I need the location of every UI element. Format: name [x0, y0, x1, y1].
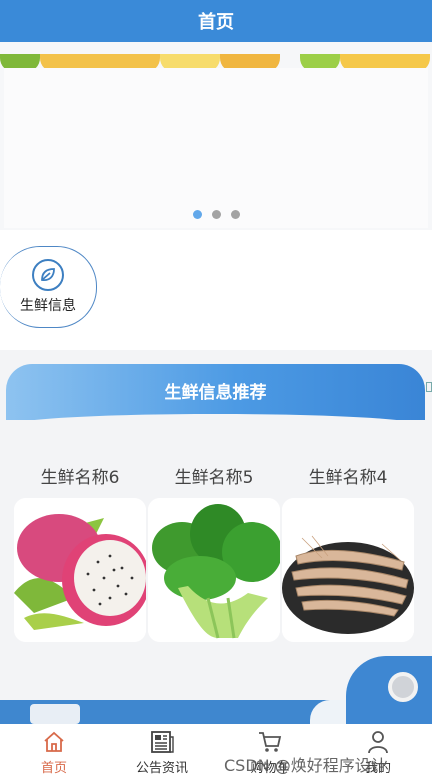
- recommend-title: 生鲜信息推荐: [164, 382, 267, 403]
- watermark-text: CSDN @焕好程序设计: [224, 756, 387, 775]
- product-card[interactable]: 生鲜名称5: [148, 458, 280, 642]
- carousel-dot[interactable]: [230, 210, 240, 219]
- leaf-icon: [32, 259, 64, 291]
- category-item-fresh-info[interactable]: 生鲜信息: [0, 246, 97, 328]
- banner-carousel[interactable]: [0, 42, 432, 230]
- carousel-dot[interactable]: [211, 210, 221, 219]
- dragon-fruit-image[interactable]: [14, 498, 146, 642]
- floating-button[interactable]: [388, 672, 418, 702]
- page-title: 首页: [198, 12, 234, 33]
- shrimp-image[interactable]: [282, 498, 414, 642]
- category-label: 生鲜信息: [20, 298, 76, 314]
- tab-home[interactable]: 首页: [0, 724, 108, 779]
- banner-slide[interactable]: [4, 68, 428, 228]
- product-card[interactable]: 生鲜名称4: [282, 458, 414, 642]
- home-icon: [41, 729, 67, 755]
- tab-label: 首页: [40, 761, 67, 776]
- carousel-dots: [0, 210, 432, 219]
- top-nav-bar: 首页: [0, 0, 432, 42]
- product-name: 生鲜名称5: [174, 467, 254, 488]
- side-handle[interactable]: [426, 382, 432, 392]
- tab-label: 公告资讯: [135, 761, 188, 776]
- product-name: 生鲜名称4: [308, 467, 388, 488]
- category-section: 生鲜信息: [0, 230, 432, 350]
- product-name: 生鲜名称6: [40, 467, 120, 488]
- tab-news[interactable]: 公告资讯: [108, 724, 216, 779]
- carousel-dot[interactable]: [192, 210, 202, 219]
- product-card[interactable]: 生鲜名称6: [14, 458, 146, 642]
- product-list: 生鲜名称6 生鲜名称5 生鲜名称4: [14, 458, 418, 642]
- decoration-figure: [30, 704, 80, 724]
- news-icon: [149, 729, 175, 755]
- bok-choy-image[interactable]: [148, 498, 280, 642]
- recommend-header: 生鲜信息推荐: [6, 364, 425, 426]
